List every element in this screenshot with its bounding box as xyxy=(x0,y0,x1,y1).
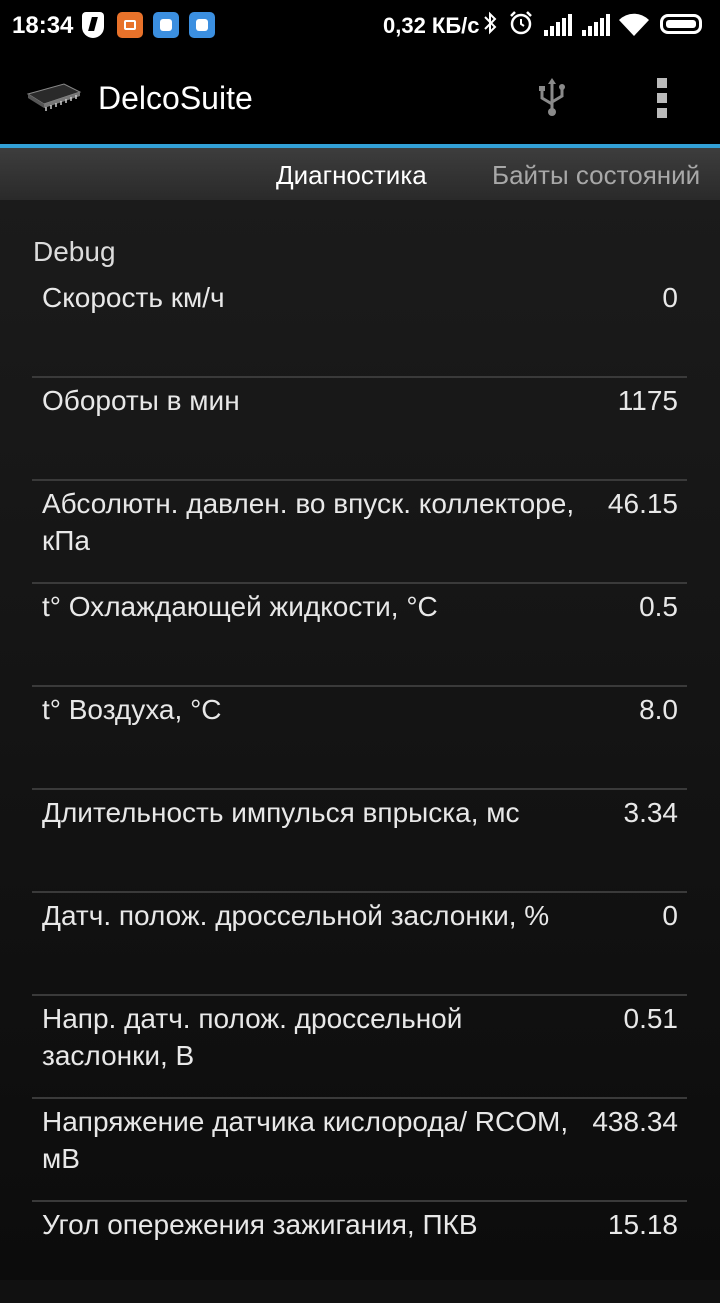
parameter-value: 3.34 xyxy=(623,797,679,828)
app-notification-icon xyxy=(153,12,179,38)
shield-icon xyxy=(82,12,104,38)
list-item: t° Воздуха, °C 8.0 xyxy=(32,687,687,790)
action-bar: DelcoSuite xyxy=(0,50,720,144)
status-time: 18:34 xyxy=(12,12,74,39)
app-notification-icon xyxy=(117,12,143,38)
list-item: Напряжение датчика кислорода/ RCOM, мВ 4… xyxy=(32,1099,687,1202)
chip-icon xyxy=(24,80,82,112)
parameter-list: Скорость км/ч 0 Обороты в мин 1175 Абсол… xyxy=(32,275,687,1303)
parameter-value: 0 xyxy=(662,282,678,313)
parameter-value: 1175 xyxy=(617,385,678,416)
battery-icon xyxy=(660,14,702,34)
parameter-value: 438.34 xyxy=(592,1106,678,1137)
wifi-icon xyxy=(618,12,650,43)
parameter-label: Датч. полож. дроссельной заслонки, % xyxy=(42,900,550,931)
parameter-value: 0.5 xyxy=(639,591,678,622)
list-item: Угол опережения зажигания, ПКВ 15.18 xyxy=(32,1202,687,1303)
overflow-menu-icon[interactable] xyxy=(652,78,674,118)
parameter-value: 0.51 xyxy=(623,1003,679,1034)
section-title: Debug xyxy=(33,236,116,267)
status-bar: 18:34 0,32 КБ/с xyxy=(0,0,720,50)
parameter-label: Напр. датч. полож. дроссельной заслонки,… xyxy=(42,1003,463,1071)
parameter-label: t° Охлаждающей жидкости, °C xyxy=(42,591,438,622)
list-item: Датч. полож. дроссельной заслонки, % 0 xyxy=(32,893,687,996)
network-speed: 0,32 КБ/с xyxy=(383,13,480,38)
list-item: Абсолютн. давлен. во впуск. коллекторе, … xyxy=(32,481,687,584)
parameter-label: Обороты в мин xyxy=(42,385,240,416)
app-title: DelcoSuite xyxy=(98,80,253,116)
list-item: Напр. датч. полож. дроссельной заслонки,… xyxy=(32,996,687,1099)
list-item: Скорость км/ч 0 xyxy=(32,275,687,378)
parameter-label: Угол опережения зажигания, ПКВ xyxy=(42,1209,478,1240)
parameter-label: t° Воздуха, °C xyxy=(42,694,222,725)
signal-icon xyxy=(544,14,574,36)
parameter-value: 46.15 xyxy=(607,488,678,519)
signal-icon xyxy=(582,14,612,36)
parameter-value: 0 xyxy=(662,900,678,931)
alarm-icon xyxy=(508,10,534,42)
parameter-value: 8.0 xyxy=(639,694,678,725)
list-item: t° Охлаждающей жидкости, °C 0.5 xyxy=(32,584,687,687)
parameter-value: 15.18 xyxy=(607,1209,678,1240)
tab-diagnostics[interactable]: Диагностика xyxy=(276,160,427,191)
parameter-label: Напряжение датчика кислорода/ RCOM, мВ xyxy=(42,1106,569,1174)
parameter-label: Скорость км/ч xyxy=(42,282,225,313)
usb-icon[interactable] xyxy=(536,78,568,118)
parameter-label: Абсолютн. давлен. во впуск. коллекторе, … xyxy=(42,488,575,556)
tab-strip: Диагностика Байты состояний xyxy=(0,148,720,200)
tab-status-bytes[interactable]: Байты состояний xyxy=(492,160,700,191)
parameter-label: Длительность импулься впрыска, мс xyxy=(42,797,520,828)
bluetooth-icon xyxy=(482,10,498,42)
app-notification-icon xyxy=(189,12,215,38)
diagnostics-panel: Debug Скорость км/ч 0 Обороты в мин 1175… xyxy=(0,200,720,1280)
list-item: Длительность импулься впрыска, мс 3.34 xyxy=(32,790,687,893)
list-item: Обороты в мин 1175 xyxy=(32,378,687,481)
